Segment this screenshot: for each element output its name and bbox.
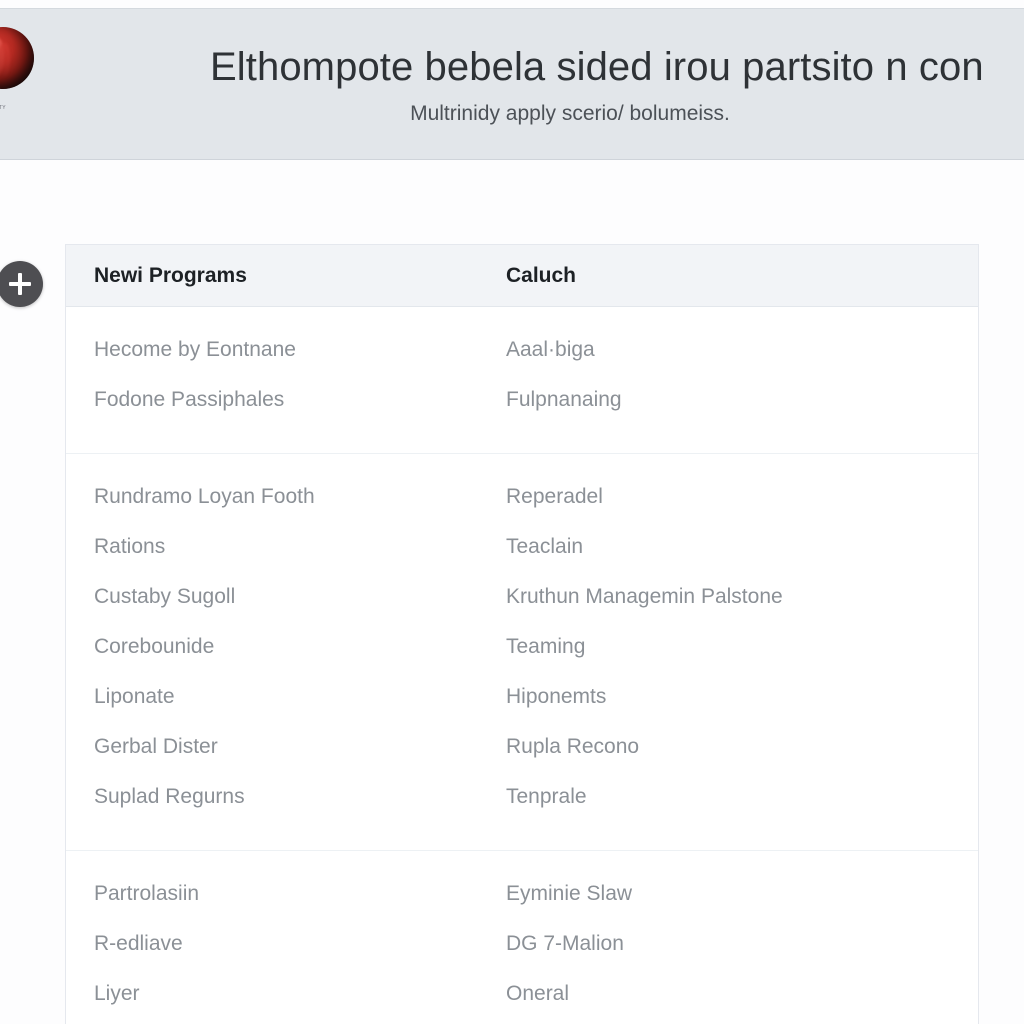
app-root: RNE UNIVERSITY Elthompote bebela sided i… [0, 0, 1024, 1024]
table-row[interactable]: Custaby Sugoll Kruthun Managemin Palston… [66, 572, 978, 622]
table-row[interactable]: Liyer Oneral [66, 969, 978, 1019]
table-row[interactable]: Rations Teaclain [66, 522, 978, 572]
cell-caluch: Eyminie Slaw [506, 882, 633, 905]
cell-program: Custaby Sugoll [94, 585, 236, 608]
cell-program: Partrolasiin [94, 882, 200, 905]
table-group: Partrolasiin Eyminie Slaw R-edliave DG 7… [66, 850, 978, 1019]
cell-caluch: Teaming [506, 635, 586, 658]
table-group: Hecome by Eontnane Aaal·biga Fodone Pass… [66, 307, 978, 441]
programs-panel: Newi Programs Caluch Hecome by Eontnane … [66, 245, 978, 1024]
cell-program: Liyer [94, 982, 140, 1005]
header-text-block: Elthompote bebela sided irou partsito n … [210, 43, 1024, 127]
cell-program: Rations [94, 535, 166, 558]
column-header-programs[interactable]: Newi Programs [94, 264, 506, 288]
cell-program: Fodone Passiphales [94, 388, 285, 411]
cell-caluch: Aaal·biga [506, 338, 595, 361]
cell-caluch: Rupla Recono [506, 735, 640, 758]
cell-program: Liponate [94, 685, 175, 708]
cell-program: Rundramo Loyan Footh [94, 485, 315, 508]
table-row[interactable]: Rundramo Loyan Footh Reperadel [66, 472, 978, 522]
cell-program: Suplad Regurns [94, 785, 245, 808]
table-row[interactable]: Gerbal Dister Rupla Recono [66, 722, 978, 772]
cell-caluch: Kruthun Managemin Palstone [506, 585, 783, 608]
cell-program: R-edliave [94, 932, 183, 955]
table-row[interactable]: Liponate Hiponemts [66, 672, 978, 722]
university-crest-icon [0, 27, 34, 89]
brand-wordmark: RNE [0, 93, 34, 104]
column-header-caluch[interactable]: Caluch [506, 264, 978, 288]
table-group: Rundramo Loyan Footh Reperadel Rations T… [66, 453, 978, 838]
table-row[interactable]: Hecome by Eontnane Aaal·biga [66, 325, 978, 375]
page-header: RNE UNIVERSITY Elthompote bebela sided i… [0, 8, 1024, 160]
table-row[interactable]: Suplad Regurns Tenprale [66, 772, 978, 822]
cell-caluch: Hiponemts [506, 685, 607, 708]
cell-caluch: Teaclain [506, 535, 584, 558]
brand-logo: RNE UNIVERSITY [0, 27, 34, 113]
cell-program: Gerbal Dister [94, 735, 218, 758]
cell-caluch: Oneral [506, 982, 570, 1005]
table-row[interactable]: Fodone Passiphales Fulpnanaing [66, 375, 978, 425]
cell-caluch: Reperadel [506, 485, 603, 508]
plus-icon-stem [18, 273, 22, 295]
cell-caluch: Fulpnanaing [506, 388, 622, 411]
page-subtitle: Multrinidy apply scerio/ bolumeiss. [410, 102, 730, 125]
table-row[interactable]: Corebounide Teaming [66, 622, 978, 672]
add-button[interactable] [0, 261, 43, 307]
cell-caluch: DG 7-Malion [506, 932, 624, 955]
cell-program: Hecome by Eontnane [94, 338, 296, 361]
table-row[interactable]: Partrolasiin Eyminie Slaw [66, 869, 978, 919]
table-row[interactable]: R-edliave DG 7-Malion [66, 919, 978, 969]
table-header-row: Newi Programs Caluch [66, 245, 978, 307]
page-title: Elthompote bebela sided irou partsito n … [210, 45, 984, 89]
brand-tagline: UNIVERSITY [0, 105, 7, 111]
cell-caluch: Tenprale [506, 785, 587, 808]
cell-program: Corebounide [94, 635, 215, 658]
